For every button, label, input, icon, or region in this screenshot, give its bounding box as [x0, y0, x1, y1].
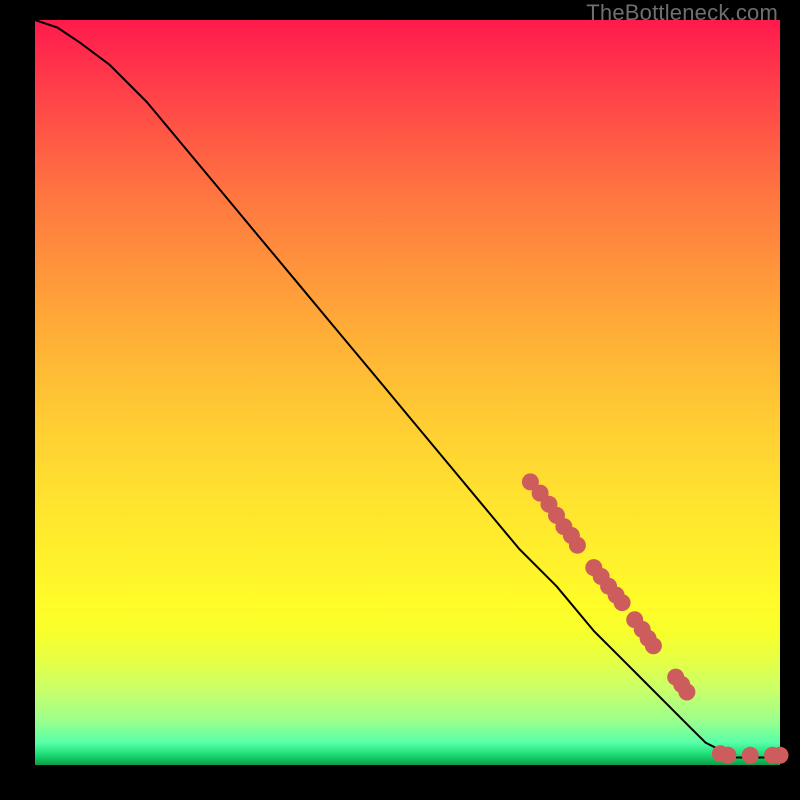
overlay-dot	[614, 594, 631, 611]
chart-svg	[35, 20, 780, 765]
curve-line	[35, 20, 780, 758]
overlay-dot	[772, 747, 789, 764]
overlay-dot	[569, 537, 586, 554]
overlay-dot	[742, 747, 759, 764]
overlay-dot	[678, 684, 695, 701]
overlay-dots-group	[522, 473, 789, 763]
chart-plot-area	[35, 20, 780, 765]
overlay-dot	[719, 747, 736, 764]
overlay-dot	[645, 637, 662, 654]
